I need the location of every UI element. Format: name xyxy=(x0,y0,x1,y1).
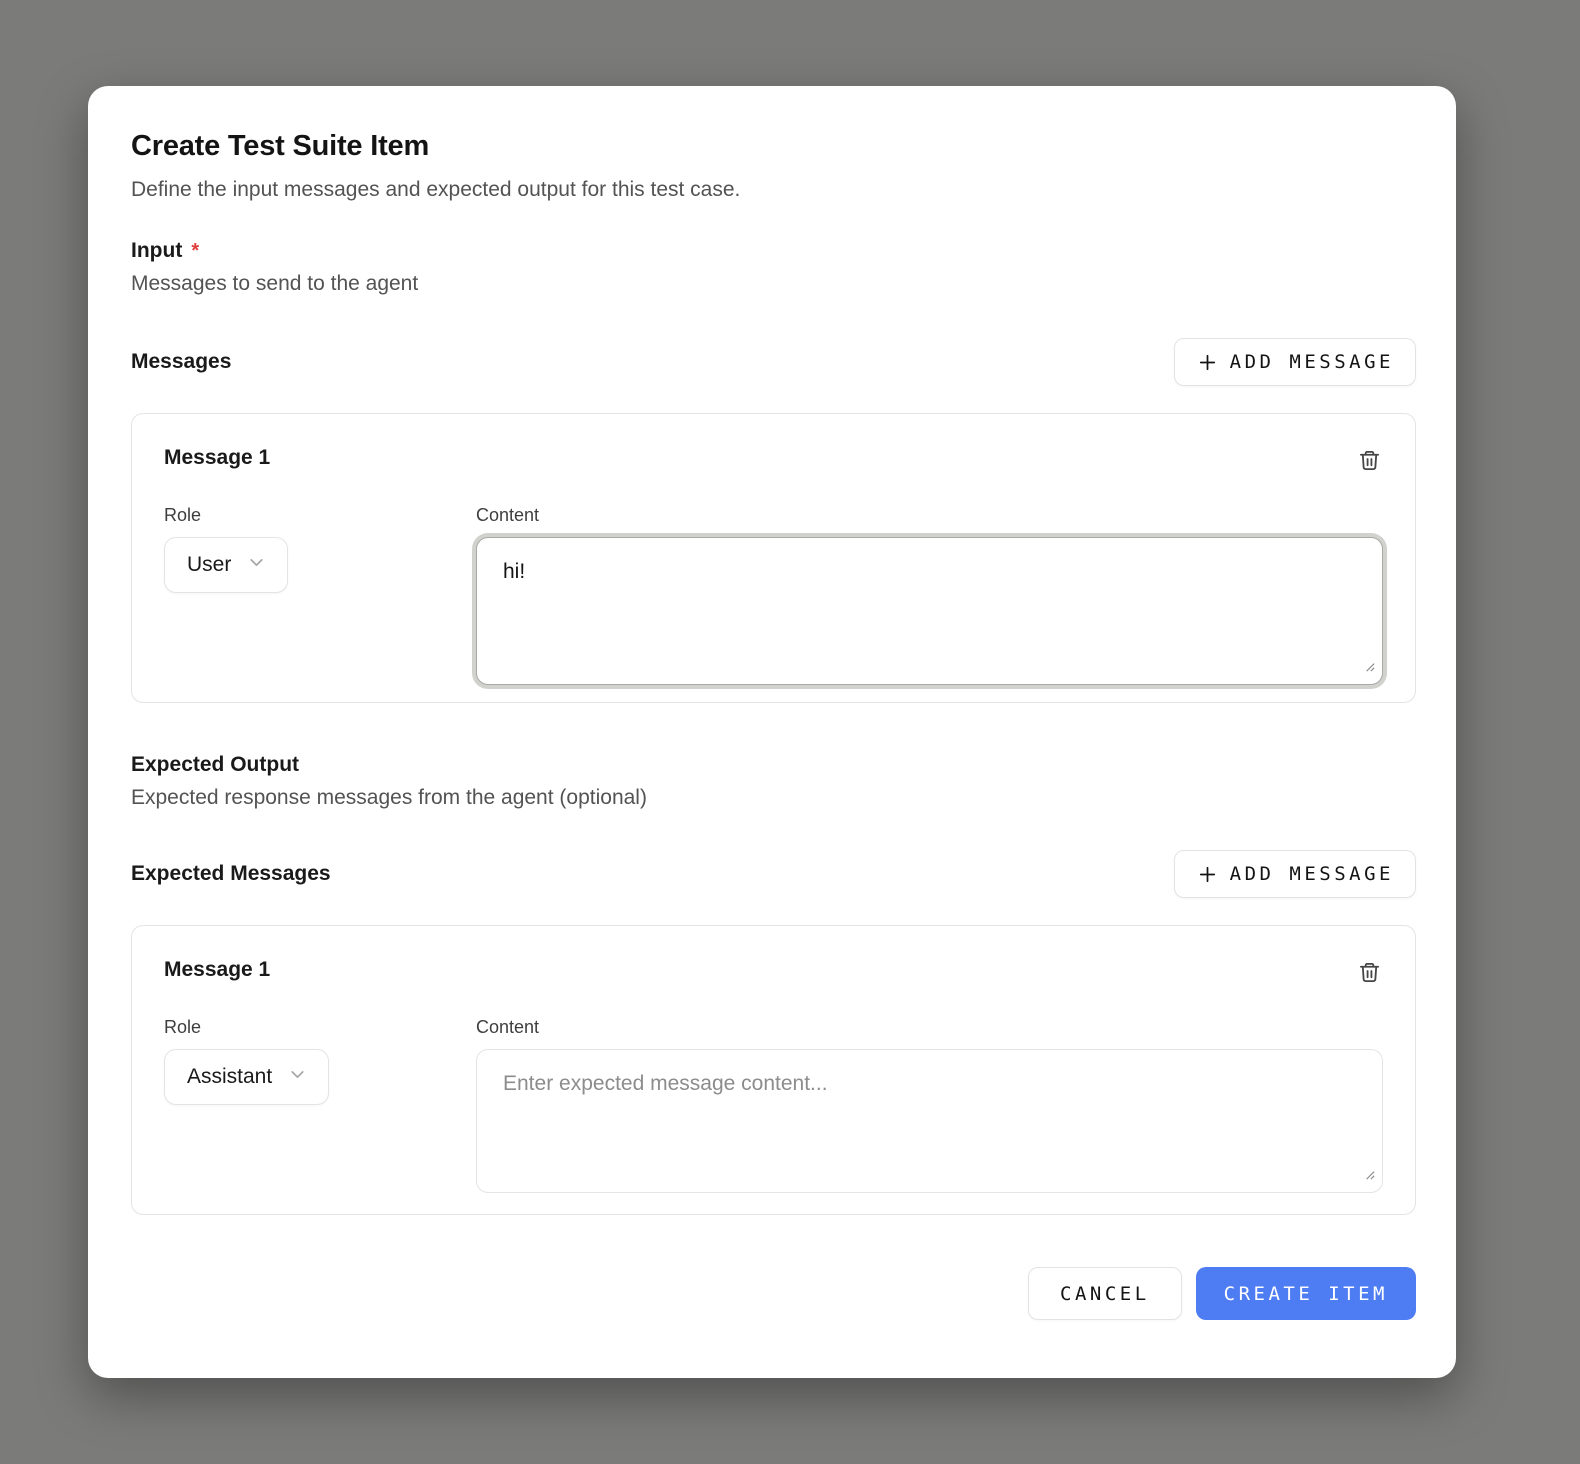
expected-role-select[interactable]: Assistant xyxy=(164,1049,329,1105)
expected-content-textarea[interactable] xyxy=(476,1049,1383,1193)
delete-message-button[interactable] xyxy=(1356,446,1383,478)
plus-icon xyxy=(1196,351,1219,374)
add-message-button-label: ADD MESSAGE xyxy=(1230,351,1394,373)
messages-label: Messages xyxy=(131,350,231,374)
add-expected-message-button[interactable]: ADD MESSAGE xyxy=(1174,850,1416,898)
role-select-value: Assistant xyxy=(187,1065,272,1089)
input-description: Messages to send to the agent xyxy=(131,272,1416,296)
role-select[interactable]: User xyxy=(164,537,288,593)
add-message-button[interactable]: ADD MESSAGE xyxy=(1174,338,1416,386)
input-label: Input xyxy=(131,239,182,263)
message-content-textarea[interactable]: hi! xyxy=(476,537,1383,685)
dialog-title: Create Test Suite Item xyxy=(131,130,1416,163)
message-title: Message 1 xyxy=(164,446,270,470)
dialog-subtitle: Define the input messages and expected o… xyxy=(131,178,1416,202)
expected-output-description: Expected response messages from the agen… xyxy=(131,786,1416,810)
create-item-button[interactable]: CREATE ITEM xyxy=(1196,1267,1416,1320)
cancel-button[interactable]: CANCEL xyxy=(1028,1267,1182,1320)
chevron-down-icon xyxy=(287,1064,308,1091)
plus-icon xyxy=(1196,863,1219,886)
trash-icon xyxy=(1358,461,1381,476)
required-asterisk: * xyxy=(191,240,199,263)
content-label: Content xyxy=(476,1017,1383,1038)
expected-output-label: Expected Output xyxy=(131,753,1416,777)
expected-messages-label: Expected Messages xyxy=(131,862,331,886)
create-test-suite-item-dialog: Create Test Suite Item Define the input … xyxy=(88,86,1456,1378)
role-label: Role xyxy=(164,505,476,526)
input-message-card: Message 1 Role User xyxy=(131,413,1416,703)
add-expected-message-button-label: ADD MESSAGE xyxy=(1230,863,1394,885)
trash-icon xyxy=(1358,973,1381,988)
role-label: Role xyxy=(164,1017,476,1038)
role-select-value: User xyxy=(187,553,231,577)
expected-message-card: Message 1 Role Assistant xyxy=(131,925,1416,1215)
message-title: Message 1 xyxy=(164,958,270,982)
delete-expected-message-button[interactable] xyxy=(1356,958,1383,990)
chevron-down-icon xyxy=(246,552,267,579)
content-label: Content xyxy=(476,505,1383,526)
